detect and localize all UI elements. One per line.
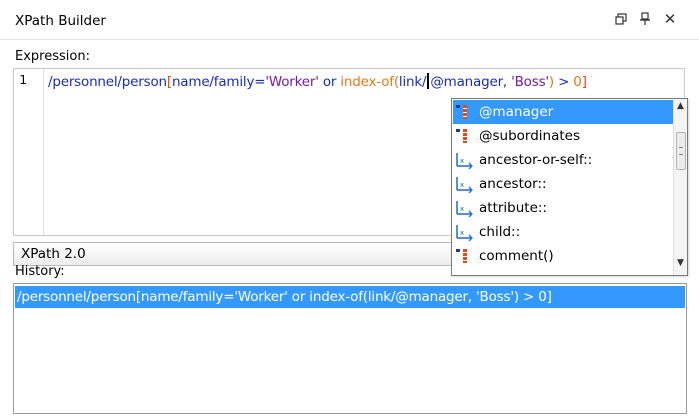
svg-text:x: x [460, 157, 464, 165]
autocomplete-item-label: @manager [479, 104, 554, 120]
restore-icon[interactable] [613, 11, 629, 27]
token-close-bracket: ] [581, 74, 587, 90]
attribute-icon [455, 103, 477, 121]
history-label: History: [15, 264, 65, 279]
token-arg-path: link/ [398, 74, 427, 90]
token-arg-attr: @manager [430, 74, 503, 90]
token-or: or [318, 74, 341, 90]
popup-scrollbar[interactable]: ▲ ▼ [673, 99, 687, 275]
attribute-icon [455, 247, 477, 265]
token-eq: = [254, 74, 266, 90]
expression-label: Expression: [15, 49, 90, 64]
autocomplete-popup[interactable]: @manager @subordinates x ancestor-or-sel… [451, 98, 688, 276]
token-comma: , [502, 74, 512, 90]
close-icon[interactable]: ✕ [662, 11, 678, 27]
autocomplete-item[interactable]: comment() [453, 244, 684, 268]
history-list[interactable]: /personnel/person[name/family='Worker' o… [13, 283, 687, 414]
pin-icon[interactable] [637, 11, 653, 27]
autocomplete-item[interactable]: x ancestor:: [453, 172, 684, 196]
autocomplete-item-label: ancestor:: [479, 176, 547, 192]
autocomplete-item-label: @subordinates [479, 128, 581, 144]
token-gt: > [554, 74, 574, 90]
token-string-boss: 'Boss' [511, 74, 549, 90]
token-function: index-of( [340, 74, 399, 90]
autocomplete-item[interactable]: x child:: [453, 220, 684, 244]
line-gutter: 1 [14, 69, 44, 235]
autocomplete-item[interactable]: @manager [453, 100, 684, 124]
line-number: 1 [19, 73, 27, 87]
svg-text:x: x [460, 181, 464, 189]
svg-text:x: x [460, 229, 464, 237]
scroll-up-icon[interactable]: ▲ [677, 102, 685, 111]
xpath-version-select[interactable]: XPath 2.0 [13, 242, 453, 266]
autocomplete-item-label: ancestor-or-self:: [479, 152, 593, 168]
autocomplete-item[interactable]: x ancestor-or-self:: [453, 148, 684, 172]
autocomplete-item-label: comment() [479, 248, 554, 264]
svg-text:x: x [460, 205, 464, 213]
window-title: XPath Builder [15, 13, 106, 29]
expression-code[interactable]: /personnel/person[name/family='Worker' o… [48, 73, 587, 90]
token-pred-path: name/family [171, 74, 255, 90]
scroll-thumb[interactable] [676, 132, 686, 170]
axis-icon: x [455, 223, 477, 242]
axis-icon: x [455, 199, 477, 218]
axis-icon: x [455, 151, 477, 170]
token-number: 0 [573, 74, 582, 90]
title-bar: XPath Builder ✕ [0, 0, 699, 40]
xpath-version-value: XPath 2.0 [21, 246, 86, 262]
attribute-icon [455, 127, 477, 145]
autocomplete-item[interactable]: x attribute:: [453, 196, 684, 220]
autocomplete-item-label: child:: [479, 224, 521, 240]
autocomplete-item[interactable]: @subordinates [453, 124, 684, 148]
token-path: /personnel/person [48, 74, 167, 90]
token-string-worker: 'Worker' [265, 74, 319, 90]
grip-icon [679, 147, 683, 155]
scroll-down-icon[interactable]: ▼ [677, 259, 684, 268]
autocomplete-item-label: attribute:: [479, 200, 547, 216]
axis-icon: x [455, 175, 477, 194]
history-item[interactable]: /personnel/person[name/family='Worker' o… [15, 286, 685, 308]
